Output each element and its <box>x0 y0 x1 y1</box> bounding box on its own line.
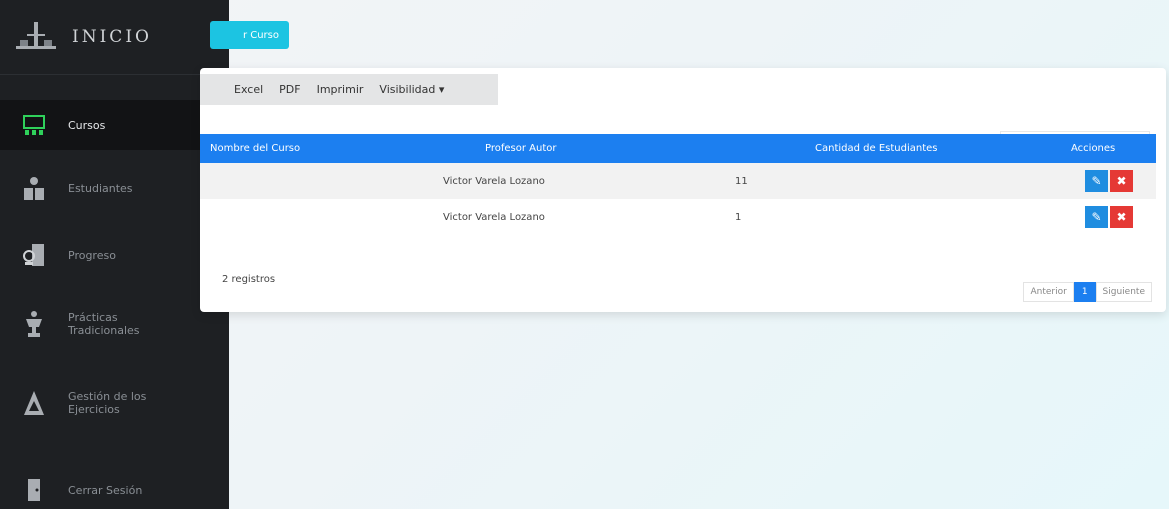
excel-button[interactable]: Excel <box>234 83 263 96</box>
add-course-button[interactable]: r Curso <box>210 21 289 49</box>
delete-course-button[interactable]: ✖ <box>1110 206 1133 228</box>
column-header-count[interactable]: Cantidad de Estudiantes <box>735 134 1045 163</box>
pagination-next[interactable]: Siguiente <box>1095 282 1152 302</box>
courses-card: Excel PDF Imprimir Visibilidad ▾ Buscar:… <box>200 68 1166 312</box>
delete-icon: ✖ <box>1116 210 1127 224</box>
pdf-button[interactable]: PDF <box>279 83 300 96</box>
home-logo-icon <box>0 0 72 75</box>
cell-teacher: Victor Varela Lozano <box>443 211 545 223</box>
sidebar-item-estudiantes[interactable]: Estudiantes <box>0 168 229 208</box>
courses-table: Nombre del Curso Profesor Autor Cantidad… <box>200 134 1156 235</box>
pagination: Anterior 1 Siguiente <box>1023 282 1152 302</box>
sidebar-item-logout[interactable]: Cerrar Sesión <box>0 470 229 509</box>
sidebar-item-label: Estudiantes <box>68 181 133 195</box>
export-toolbar: Excel PDF Imprimir Visibilidad ▾ <box>200 74 498 105</box>
pagination-prev[interactable]: Anterior <box>1023 282 1074 302</box>
sidebar: INICIO Cursos « Estudiantes <box>0 0 229 509</box>
sidebar-item-label: Cursos <box>68 118 106 132</box>
edit-icon: ✎ <box>1091 210 1102 224</box>
sidebar-item-label: Progreso <box>68 248 116 262</box>
students-icon <box>0 175 68 201</box>
cell-course-name <box>200 163 415 199</box>
table-row: Victor Varela Lozano 11 ✎ ✖ <box>200 163 1156 199</box>
logout-icon <box>0 477 68 503</box>
column-header-teacher[interactable]: Profesor Autor <box>415 134 735 163</box>
cell-student-count: 1 <box>735 211 742 223</box>
records-info: 2 registros <box>222 274 276 285</box>
trophy-icon <box>0 309 68 339</box>
classroom-icon <box>0 114 68 136</box>
edit-course-button[interactable]: ✎ <box>1085 170 1108 192</box>
sidebar-item-ejercicios[interactable]: Gestión de los Ejercicios <box>0 378 229 428</box>
row-actions: ✎ ✖ <box>1085 206 1156 228</box>
cell-course-name <box>200 199 415 235</box>
cell-student-count: 11 <box>735 175 748 187</box>
visibility-button[interactable]: Visibilidad ▾ <box>379 83 444 96</box>
cell-teacher: Victor Varela Lozano <box>443 175 545 187</box>
print-button[interactable]: Imprimir <box>317 83 364 96</box>
edit-icon: ✎ <box>1091 174 1102 188</box>
sidebar-item-label: Prácticas Tradicionales <box>68 311 140 337</box>
sidebar-item-cursos[interactable]: Cursos « <box>0 100 229 150</box>
delete-course-button[interactable]: ✖ <box>1110 170 1133 192</box>
exercise-icon <box>0 389 68 417</box>
table-row: Victor Varela Lozano 1 ✎ ✖ <box>200 199 1156 235</box>
column-header-name[interactable]: Nombre del Curso <box>200 134 415 163</box>
column-header-actions: Acciones <box>1071 143 1116 154</box>
pagination-current[interactable]: 1 <box>1073 282 1096 302</box>
progress-icon <box>0 242 68 268</box>
sidebar-brand[interactable]: INICIO <box>0 0 229 75</box>
sidebar-title: INICIO <box>72 27 152 47</box>
sidebar-item-progreso[interactable]: Progreso <box>0 235 229 275</box>
sidebar-item-label: Cerrar Sesión <box>68 483 143 497</box>
sidebar-item-practicas[interactable]: Prácticas Tradicionales <box>0 300 229 348</box>
add-course-label: r Curso <box>242 29 279 41</box>
edit-course-button[interactable]: ✎ <box>1085 206 1108 228</box>
table-header-row: Nombre del Curso Profesor Autor Cantidad… <box>200 134 1156 163</box>
sidebar-item-label: Gestión de los Ejercicios <box>68 390 147 416</box>
row-actions: ✎ ✖ <box>1085 170 1156 192</box>
delete-icon: ✖ <box>1116 174 1127 188</box>
